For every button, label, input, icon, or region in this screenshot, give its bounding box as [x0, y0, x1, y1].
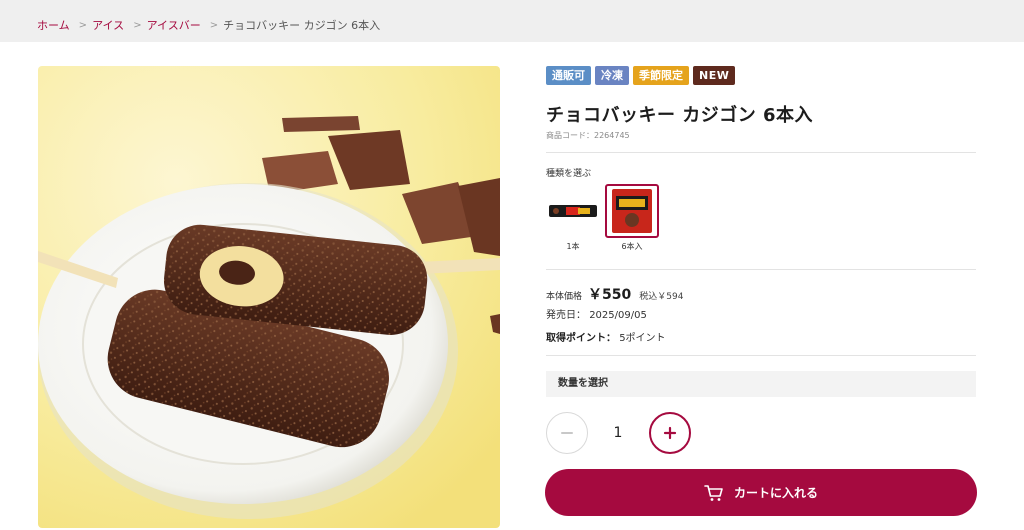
badge-seasonal: 季節限定: [633, 66, 689, 85]
increase-quantity-button[interactable]: [649, 412, 691, 454]
badge-mail-order: 通販可: [546, 66, 591, 85]
breadcrumb-home[interactable]: ホーム: [37, 17, 70, 33]
breadcrumb-separator: >: [78, 19, 88, 31]
product-code: 商品コード：2264745: [546, 131, 630, 140]
breadcrumb: ホーム > アイス > アイスバー > チョコバッキー カジゴン 6本入: [37, 17, 380, 33]
decrease-quantity-button[interactable]: [546, 412, 588, 454]
variant-thumb[interactable]: [546, 184, 600, 238]
product-image: [38, 66, 500, 528]
divider: [546, 152, 976, 153]
price-label: 本体価格: [546, 292, 583, 302]
box-package-icon: [612, 189, 652, 233]
divider: [546, 269, 976, 270]
breadcrumb-separator: >: [209, 19, 219, 31]
add-to-cart-label: カートに入れる: [733, 486, 818, 500]
variant-single[interactable]: 1本: [546, 184, 600, 252]
product-badges: 通販可 冷凍 季節限定 NEW: [546, 66, 736, 85]
badge-new: NEW: [693, 66, 736, 85]
price-value: ￥550: [588, 287, 632, 303]
badge-frozen: 冷凍: [595, 66, 629, 85]
points-label: 取得ポイント：: [546, 333, 616, 344]
cart-icon: [704, 484, 723, 501]
variant-six-pack[interactable]: 6本入: [605, 184, 659, 252]
price-tax-included: 税込￥594: [639, 292, 684, 302]
minus-icon: [561, 432, 573, 434]
single-bar-package-icon: [549, 205, 597, 217]
release-label: 発売日：: [546, 310, 586, 321]
breadcrumb-bar: ホーム > アイス > アイスバー > チョコバッキー カジゴン 6本入: [0, 0, 1024, 42]
add-to-cart-button[interactable]: カートに入れる: [545, 469, 977, 516]
breadcrumb-ice[interactable]: アイス: [92, 17, 124, 33]
release-date: 2025/09/05: [589, 310, 647, 321]
breadcrumb-current: チョコバッキー カジゴン 6本入: [223, 19, 381, 32]
release-date-row: 発売日： 2025/09/05: [546, 306, 647, 321]
quantity-value[interactable]: 1: [598, 425, 638, 441]
variant-label: 1本: [566, 242, 580, 251]
variant-heading: 種類を選ぶ: [546, 169, 592, 179]
quantity-heading: 数量を選択: [546, 371, 976, 397]
breadcrumb-separator: >: [133, 19, 142, 31]
plus-icon: [663, 426, 677, 440]
divider: [546, 355, 976, 356]
variant-label: 6本入: [621, 242, 643, 251]
breadcrumb-icebar[interactable]: アイスバー: [147, 17, 201, 33]
product-title: チョコバッキー カジゴン 6本入: [546, 105, 814, 126]
variant-thumb[interactable]: [605, 184, 659, 238]
points-value: 5ポイント: [619, 333, 666, 344]
points-row: 取得ポイント： 5ポイント: [546, 329, 666, 344]
price-row: 本体価格 ￥550 税込￥594: [546, 284, 683, 304]
